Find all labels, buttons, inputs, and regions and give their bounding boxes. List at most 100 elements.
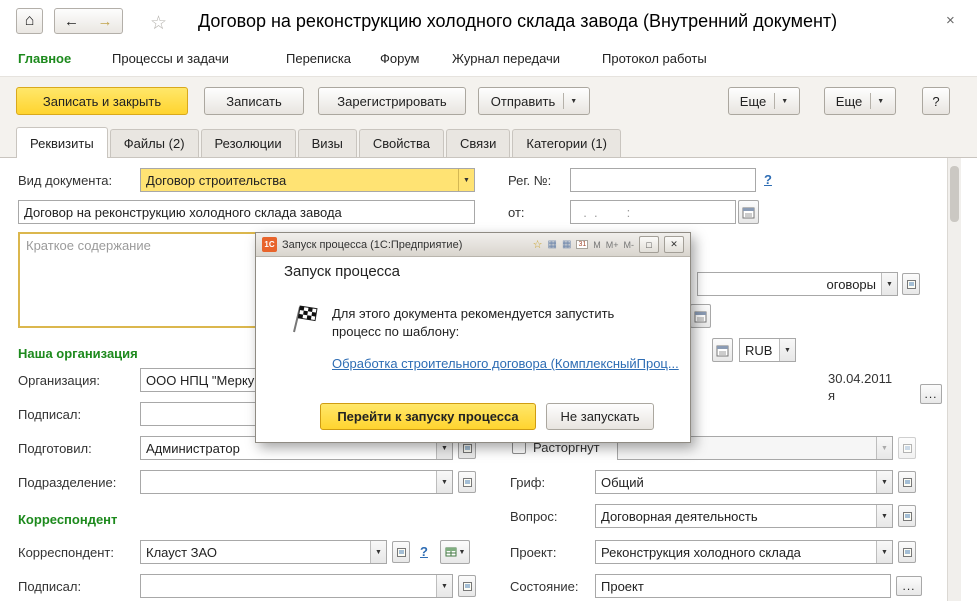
launch-process-button[interactable]: Перейти к запуску процесса [320,403,536,430]
date-calendar-button-1[interactable] [690,304,711,328]
process-template-link[interactable]: Обработка строительного договора (Компле… [332,356,679,371]
doc-kind-label: Вид документа: [18,173,112,188]
favorite-star-icon[interactable]: ☆ [150,12,167,35]
vertical-scrollbar[interactable] [947,158,961,601]
scrollbar-thumb[interactable] [950,166,959,222]
restore-icon: □ [646,240,651,250]
forward-arrow-icon: → [98,13,113,30]
grif-combo[interactable]: Общий ▼ [595,470,893,494]
chevron-down-icon[interactable]: ▼ [436,575,452,597]
register-button[interactable]: Зарегистрировать [318,87,466,115]
save-button[interactable]: Записать [204,87,304,115]
reg-number-label: Рег. №: [508,173,551,188]
department-combo[interactable]: ▼ [140,470,453,494]
chevron-down-icon[interactable]: ▼ [370,541,386,563]
tab-label: Категории (1) [526,136,607,151]
tab-properties[interactable]: Свойства [359,129,444,157]
state-more-button[interactable]: ... [896,576,922,596]
launch-process-label: Перейти к запуску процесса [337,409,518,424]
tab-visas[interactable]: Визы [298,129,357,157]
chevron-down-icon[interactable]: ▼ [877,98,884,105]
reg-date-input[interactable]: . . : [570,200,736,224]
chevron-down-icon[interactable]: ▼ [570,98,577,105]
chevron-down-icon[interactable]: ▼ [781,98,788,105]
menu-item-main[interactable]: Главное [18,51,71,66]
date-calendar-button-2[interactable] [712,338,733,362]
correspondent-label: Корреспондент: [18,545,114,560]
home-button[interactable]: ⌂ [16,8,43,34]
memory-button-m[interactable]: M [593,240,601,250]
tab-resolutions[interactable]: Резолюции [201,129,296,157]
help-button[interactable]: ? [922,87,950,115]
menu-item-work-protocol[interactable]: Протокол работы [602,51,707,66]
menu-item-correspondence[interactable]: Переписка [286,51,351,66]
state-value: Проект [596,579,890,594]
chevron-down-icon[interactable]: ▼ [876,541,892,563]
tab-links[interactable]: Связи [446,129,510,157]
validity-more-button[interactable]: ... [920,384,942,404]
window-icon[interactable]: ▦ [548,239,557,250]
reg-number-input[interactable] [570,168,756,192]
project-combo[interactable]: Реконструкция холодного склада ▼ [595,540,893,564]
signed-by-2-combo[interactable]: ▼ [140,574,453,598]
doc-title-input[interactable]: Договор на реконструкцию холодного склад… [18,200,475,224]
tab-label: Свойства [373,136,430,151]
chevron-down-icon[interactable]: ▼ [876,505,892,527]
form-icon [902,547,913,558]
calendar-icon[interactable]: 31 [576,240,588,249]
tab-close-button[interactable]: × [946,12,955,29]
memory-button-m-plus[interactable]: M+ [606,240,619,250]
doc-kind-combo[interactable]: Договор строительства ▼ [140,168,475,192]
correspondent-list-button[interactable]: ▼ [440,540,470,564]
favorite-star-icon[interactable]: ☆ [533,238,543,251]
dont-launch-button[interactable]: Не запускать [546,403,654,430]
correspondent-combo[interactable]: Клауст ЗАО ▼ [140,540,387,564]
menu-item-processes[interactable]: Процессы и задачи [112,51,229,66]
chevron-down-icon[interactable]: ▼ [779,339,795,361]
forward-button[interactable]: → [88,8,123,34]
tab-categories[interactable]: Категории (1) [512,129,621,157]
memory-button-m-minus[interactable]: M- [624,240,635,250]
save-and-close-button[interactable]: Записать и закрыть [16,87,188,115]
project-open-button[interactable] [898,541,916,563]
tab-details[interactable]: Реквизиты [16,127,108,158]
reg-help-link[interactable]: ? [764,172,772,187]
more-button-1[interactable]: Еще ▼ [728,87,800,115]
chevron-down-icon[interactable]: ▼ [876,471,892,493]
chevron-down-icon[interactable]: ▼ [881,273,897,295]
dialog-close-button[interactable]: ✕ [664,236,684,253]
state-field[interactable]: Проект [595,574,891,598]
back-button[interactable]: ← [54,8,89,34]
more-label: Еще [740,94,766,109]
more-button-2[interactable]: Еще ▼ [824,87,896,115]
signed-by-2-label: Подписал: [18,579,81,594]
question-open-button[interactable] [898,505,916,527]
currency-combo[interactable]: RUB ▼ [739,338,796,362]
correspondent-open-button[interactable] [392,541,410,563]
chevron-down-icon[interactable]: ▼ [436,471,452,493]
tab-files[interactable]: Файлы (2) [110,129,199,157]
reg-date-calendar-button[interactable] [738,200,759,224]
form-icon [396,547,407,558]
ellipsis-icon: ... [902,579,915,593]
state-label: Состояние: [510,579,578,594]
send-button[interactable]: Отправить ▼ [478,87,590,115]
form-icon [462,477,473,488]
form-icon [902,443,913,454]
correspondent-help-link[interactable]: ? [420,544,428,559]
folder-combo[interactable]: оговоры ▼ [697,272,898,296]
dialog-heading: Запуск процесса [284,263,400,280]
menu-item-forum[interactable]: Форум [380,51,420,66]
chevron-down-icon[interactable]: ▼ [458,169,474,191]
divider [870,93,871,109]
dialog-titlebar[interactable]: 1С Запуск процесса (1С:Предприятие) ☆ ▦ … [256,233,690,257]
department-open-button[interactable] [458,471,476,493]
folder-open-button[interactable] [902,273,920,295]
restore-window-button[interactable]: □ [639,236,659,253]
window-icon[interactable]: ▦ [562,239,571,250]
question-combo[interactable]: Договорная деятельность ▼ [595,504,893,528]
send-label: Отправить [491,94,555,109]
grif-open-button[interactable] [898,471,916,493]
signed-by-2-open-button[interactable] [458,575,476,597]
menu-item-transfer-log[interactable]: Журнал передачи [452,51,560,66]
